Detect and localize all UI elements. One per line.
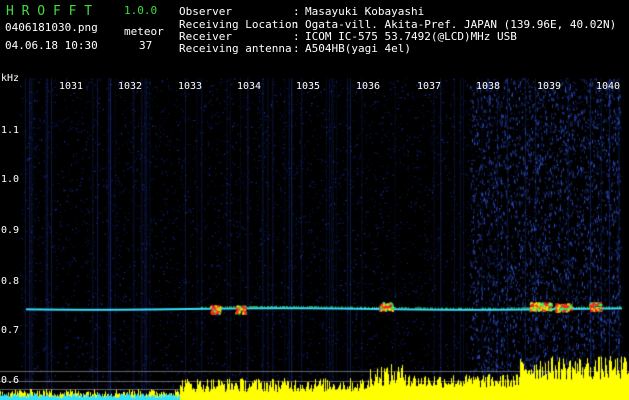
info-separator: : (293, 42, 300, 55)
frequency-unit: kHz (1, 73, 20, 84)
spectrogram-canvas (0, 0, 629, 400)
frequency-tick-label: 0.6 (1, 375, 20, 386)
info-row: Receiving antenna : A504HB(yagi 4el) (0, 42, 629, 55)
frequency-tick-label: 1.0 (1, 174, 20, 185)
info-label: Observer (179, 5, 232, 18)
time-tick-label: 1037 (417, 81, 442, 92)
time-tick-label: 1032 (118, 81, 143, 92)
time-tick-label: 1033 (178, 81, 203, 92)
info-separator: : (293, 5, 300, 18)
info-value: Masayuki Kobayashi (305, 5, 425, 18)
info-label: Receiving antenna (179, 42, 292, 55)
frequency-tick-label: 1.1 (1, 125, 20, 136)
frequency-tick-label: 0.9 (1, 225, 20, 236)
time-tick-label: 1031 (59, 81, 84, 92)
time-tick-label: 1040 (596, 81, 621, 92)
time-tick-label: 1038 (476, 81, 501, 92)
time-tick-label: 1034 (237, 81, 262, 92)
info-value: A504HB(yagi 4el) (305, 42, 411, 55)
time-tick-label: 1036 (356, 81, 381, 92)
time-tick-label: 1039 (537, 81, 562, 92)
info-row: Observer : Masayuki Kobayashi (0, 5, 629, 18)
frequency-tick-label: 0.7 (1, 325, 20, 336)
time-tick-label: 1035 (296, 81, 321, 92)
frequency-tick-label: 0.8 (1, 276, 20, 287)
